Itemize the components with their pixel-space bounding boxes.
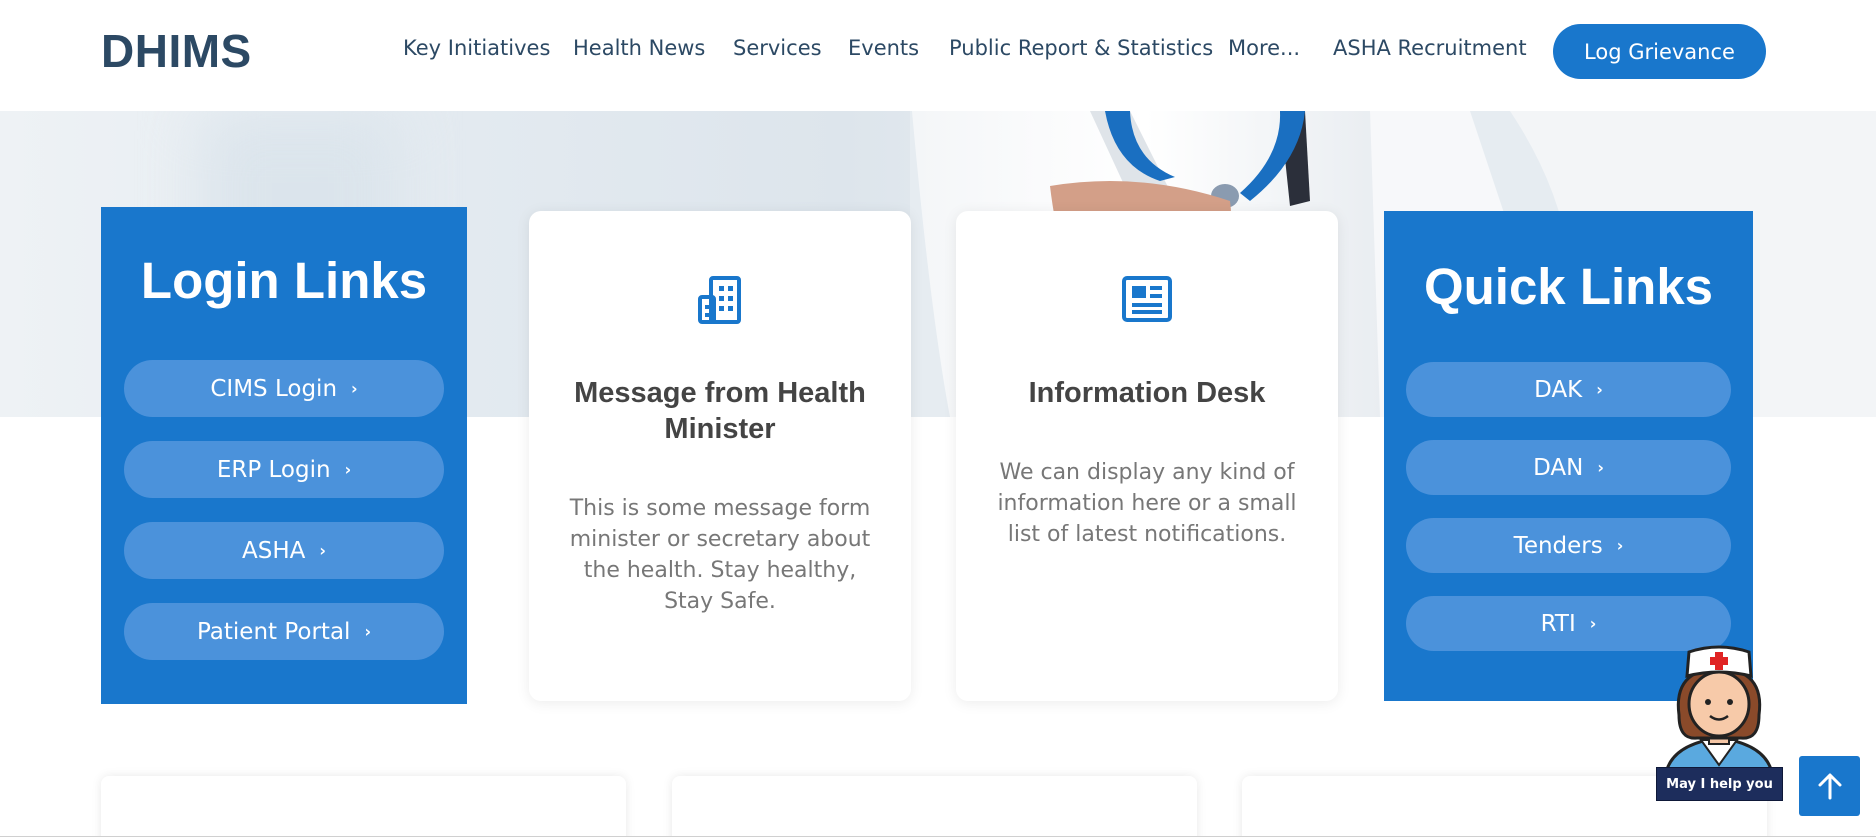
chevron-right-icon: › [351,379,358,398]
health-minister-card[interactable]: Message from Health Minister This is som… [529,211,911,701]
quick-link-dan[interactable]: DAN › [1406,440,1731,495]
chevron-right-icon: › [1616,536,1624,555]
nav-health-news[interactable]: Health News [573,36,705,60]
nav-key-initiatives[interactable]: Key Initiatives [403,36,550,60]
login-link-cims[interactable]: CIMS Login › [124,360,444,417]
pill-label: DAN [1533,454,1584,481]
help-chat-button[interactable]: May I help you [1656,767,1783,801]
site-logo[interactable]: DHIMS [101,24,252,78]
login-links-panel: Login Links CIMS Login › ERP Login › ASHA ›… [101,207,467,704]
site-header: DHIMS Key Initiatives Health News Servic… [0,0,1876,111]
pill-label: RTI [1540,610,1576,637]
pill-label: Patient Portal [196,618,351,645]
chevron-right-icon: › [1597,458,1604,477]
login-link-erp[interactable]: ERP Login › [124,441,444,498]
bottom-card [101,776,626,837]
building-icon [529,275,911,325]
pill-label: CIMS Login [210,375,338,402]
chevron-right-icon: › [1596,380,1603,399]
card-title: Information Desk [1028,377,1266,409]
chevron-right-icon: › [364,622,372,641]
pill-label: ERP Login [216,456,331,483]
back-to-top-button[interactable] [1799,756,1860,816]
arrow-up-icon [1818,773,1841,800]
login-link-patient-portal[interactable]: Patient Portal › [124,603,444,660]
log-grievance-button[interactable]: Log Grievance [1553,24,1766,79]
login-link-asha[interactable]: ASHA › [124,522,444,579]
quick-link-tenders[interactable]: Tenders › [1406,518,1731,573]
login-links-title: Login Links [140,252,428,309]
nav-public-report[interactable]: Public Report & Statistics [949,36,1213,60]
nurse-avatar-icon[interactable] [1655,640,1783,780]
chevron-right-icon: › [319,541,326,560]
nav-asha-recruitment[interactable]: ASHA Recruitment [1333,36,1527,60]
pill-label: Tenders [1513,532,1603,559]
newspaper-icon [956,275,1338,323]
chevron-right-icon: › [344,460,352,479]
chevron-right-icon: › [1589,614,1597,633]
nav-events[interactable]: Events [848,36,919,60]
pill-label: ASHA [242,537,306,564]
quick-links-title: Quick Links [1423,258,1714,315]
quick-link-dak[interactable]: DAK › [1406,362,1731,417]
card-text: This is some message form minister or se… [569,496,871,614]
information-desk-card[interactable]: Information Desk We can display any kind… [956,211,1338,701]
quick-links-panel: Quick Links DAK › DAN › Tenders › RTI › [1384,211,1753,701]
nav-more[interactable]: More... [1228,36,1300,60]
card-title: Message from Health Minister [574,377,866,445]
card-text: We can display any kind of information h… [997,460,1297,547]
bottom-card [672,776,1197,837]
pill-label: DAK [1534,376,1583,403]
nav-services[interactable]: Services [733,36,822,60]
